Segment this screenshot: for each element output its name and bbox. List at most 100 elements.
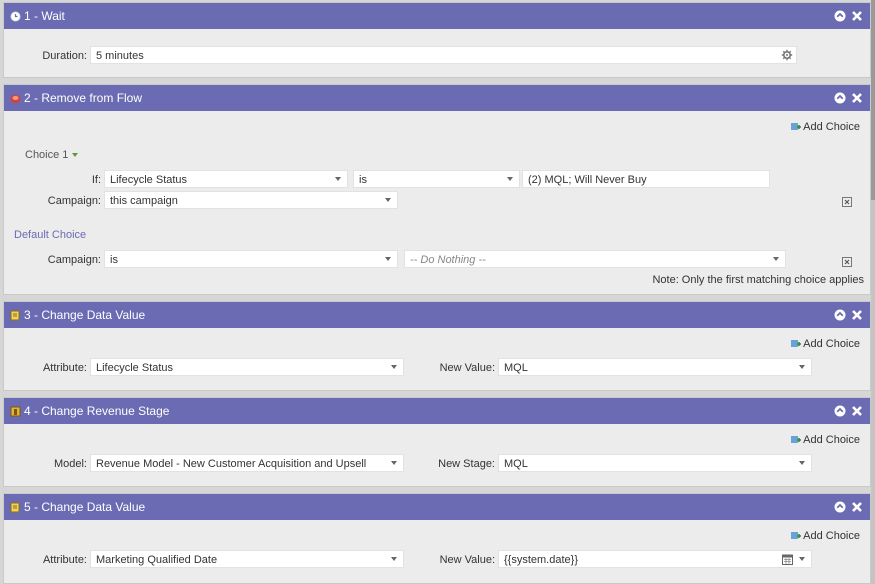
add-choice-label: Add Choice: [803, 530, 860, 542]
chevron-down-icon: [391, 461, 397, 465]
chevron-down-icon: [72, 153, 79, 157]
if-value-text: (2) MQL; Will Never Buy: [528, 174, 647, 186]
change-data-icon: [10, 310, 21, 321]
flow-step-change-data-value: 3 - Change Data Value Add Choice Attribu…: [3, 301, 871, 391]
delete-choice-icon[interactable]: [842, 197, 852, 207]
move-up-icon[interactable]: [834, 10, 846, 22]
new-value-label: New Value:: [439, 554, 495, 566]
attribute-value: Lifecycle Status: [96, 362, 174, 374]
step-header: 5 - Change Data Value: [4, 494, 870, 520]
choice-1-toggle[interactable]: Choice 1: [25, 149, 79, 161]
if-field-value: Lifecycle Status: [110, 174, 188, 186]
add-choice-icon: [791, 123, 802, 130]
default-campaign-label: Campaign:: [47, 254, 101, 266]
step-header: 1 - Wait: [4, 3, 870, 29]
chevron-down-icon: [391, 557, 397, 561]
new-value-input[interactable]: {{system.date}}: [498, 550, 812, 568]
add-choice-button[interactable]: Add Choice: [790, 530, 860, 542]
revenue-stage-icon: [10, 406, 21, 417]
scrollbar-thumb[interactable]: [871, 0, 875, 200]
step-header: 2 - Remove from Flow: [4, 85, 870, 111]
add-choice-icon: [791, 532, 802, 539]
add-choice-button[interactable]: Add Choice: [790, 338, 860, 350]
new-stage-value: MQL: [504, 458, 528, 470]
new-value-select[interactable]: MQL: [498, 358, 812, 376]
add-choice-button[interactable]: Add Choice: [790, 121, 860, 133]
calendar-icon[interactable]: [782, 554, 793, 565]
if-operator-value: is: [359, 174, 367, 186]
default-campaign-select[interactable]: -- Do Nothing --: [404, 250, 786, 268]
chevron-down-icon: [335, 177, 341, 181]
vertical-scrollbar[interactable]: [871, 0, 875, 584]
duration-input[interactable]: 5 minutes: [90, 46, 797, 64]
gear-icon[interactable]: [781, 49, 793, 61]
chevron-down-icon: [385, 257, 391, 261]
step-title: 5 - Change Data Value: [24, 500, 146, 514]
campaign-select[interactable]: this campaign: [104, 191, 398, 209]
remove-flow-icon: [10, 93, 21, 104]
flow-step-remove-from-flow: 2 - Remove from Flow Add Choice Choice 1…: [3, 84, 871, 295]
step-title: 2 - Remove from Flow: [24, 91, 143, 105]
new-stage-select[interactable]: MQL: [498, 454, 812, 472]
flow-step-wait: 1 - Wait Duration: 5 minutes: [3, 2, 871, 78]
default-campaign-value: -- Do Nothing --: [410, 254, 486, 266]
add-choice-label: Add Choice: [803, 434, 860, 446]
campaign-value: this campaign: [110, 195, 178, 207]
attribute-select[interactable]: Marketing Qualified Date: [90, 550, 404, 568]
step-title: 3 - Change Data Value: [24, 308, 146, 322]
flow-step-change-revenue-stage: 4 - Change Revenue Stage Add Choice Mode…: [3, 397, 871, 487]
chevron-down-icon: [773, 257, 779, 261]
add-choice-label: Add Choice: [803, 338, 860, 350]
choice-title: Choice 1: [25, 149, 69, 161]
move-up-icon[interactable]: [834, 405, 846, 417]
move-up-icon[interactable]: [834, 501, 846, 513]
move-up-icon[interactable]: [834, 92, 846, 104]
close-icon[interactable]: [851, 501, 863, 513]
default-campaign-operator-value: is: [110, 254, 118, 266]
step-title: 1 - Wait: [24, 9, 65, 23]
model-select[interactable]: Revenue Model - New Customer Acquisition…: [90, 454, 404, 472]
chevron-down-icon: [391, 365, 397, 369]
new-stage-label: New Stage:: [438, 458, 495, 470]
chevron-down-icon: [799, 365, 805, 369]
new-value-label: New Value:: [439, 362, 495, 374]
close-icon[interactable]: [851, 405, 863, 417]
change-data-icon: [10, 502, 21, 513]
chevron-down-icon: [799, 461, 805, 465]
new-value: {{system.date}}: [504, 554, 578, 566]
if-operator-select[interactable]: is: [353, 170, 520, 188]
if-label: If:: [91, 174, 101, 186]
choice-note: Note: Only the first matching choice app…: [652, 274, 864, 286]
chevron-down-icon: [799, 557, 805, 561]
add-choice-label: Add Choice: [803, 121, 860, 133]
delete-choice-icon[interactable]: [842, 257, 852, 267]
model-label: Model:: [53, 458, 87, 470]
clock-icon: [10, 11, 21, 22]
flow-step-change-data-value: 5 - Change Data Value Add Choice Attribu…: [3, 493, 871, 584]
default-choice-title: Default Choice: [14, 229, 87, 241]
add-choice-icon: [791, 436, 802, 443]
step-header: 4 - Change Revenue Stage: [4, 398, 870, 424]
duration-label: Duration:: [42, 50, 87, 62]
default-campaign-operator-select[interactable]: is: [104, 250, 398, 268]
close-icon[interactable]: [851, 10, 863, 22]
step-header: 3 - Change Data Value: [4, 302, 870, 328]
close-icon[interactable]: [851, 309, 863, 321]
attribute-select[interactable]: Lifecycle Status: [90, 358, 404, 376]
step-title: 4 - Change Revenue Stage: [24, 404, 170, 418]
chevron-down-icon: [385, 198, 391, 202]
add-choice-icon: [791, 340, 802, 347]
attribute-label: Attribute:: [42, 554, 87, 566]
if-value-input[interactable]: (2) MQL; Will Never Buy: [522, 170, 770, 188]
add-choice-button[interactable]: Add Choice: [790, 434, 860, 446]
move-up-icon[interactable]: [834, 309, 846, 321]
model-value: Revenue Model - New Customer Acquisition…: [96, 458, 367, 470]
attribute-label: Attribute:: [42, 362, 87, 374]
if-field-select[interactable]: Lifecycle Status: [104, 170, 348, 188]
close-icon[interactable]: [851, 92, 863, 104]
new-value: MQL: [504, 362, 528, 374]
attribute-value: Marketing Qualified Date: [96, 554, 218, 566]
chevron-down-icon: [507, 177, 513, 181]
duration-value: 5 minutes: [96, 50, 144, 62]
campaign-label: Campaign:: [47, 195, 101, 207]
